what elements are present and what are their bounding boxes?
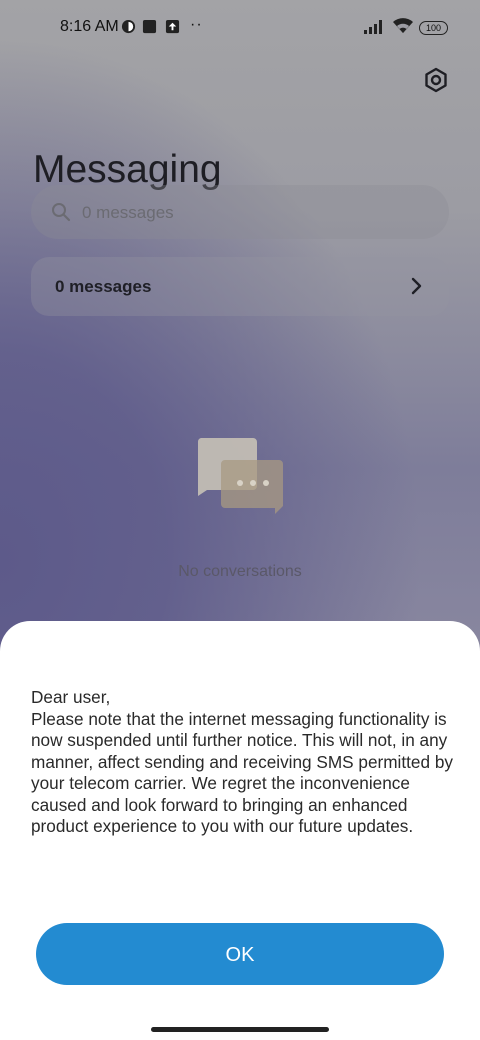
settings-icon[interactable] <box>423 67 449 93</box>
more-notifications-icon: ·· <box>190 16 203 33</box>
ok-button[interactable]: OK <box>36 923 444 985</box>
battery-icon: 100 <box>419 21 448 35</box>
status-time: 8:16 AM <box>60 18 119 35</box>
messages-row-label: 0 messages <box>55 277 152 296</box>
signal-icon <box>364 20 382 34</box>
search-placeholder: 0 messages <box>82 203 174 222</box>
vpn-icon <box>121 19 136 34</box>
dialog-message: Dear user, Please note that the internet… <box>31 687 453 836</box>
conversations-illustration-icon <box>197 438 283 514</box>
search-icon <box>52 203 71 222</box>
home-indicator[interactable] <box>151 1027 329 1032</box>
empty-state-text: No conversations <box>178 563 302 580</box>
upload-notification-icon <box>165 19 180 34</box>
notice-dialog: Dear user, Please note that the internet… <box>0 621 480 1040</box>
messages-row[interactable]: 0 messages <box>31 257 449 316</box>
status-bar: 8:16 AM ·· 100 <box>0 0 480 56</box>
wifi-icon <box>393 18 413 33</box>
app-notification-icon <box>142 19 157 34</box>
search-input[interactable]: 0 messages <box>31 185 449 239</box>
chevron-right-icon <box>411 277 422 295</box>
